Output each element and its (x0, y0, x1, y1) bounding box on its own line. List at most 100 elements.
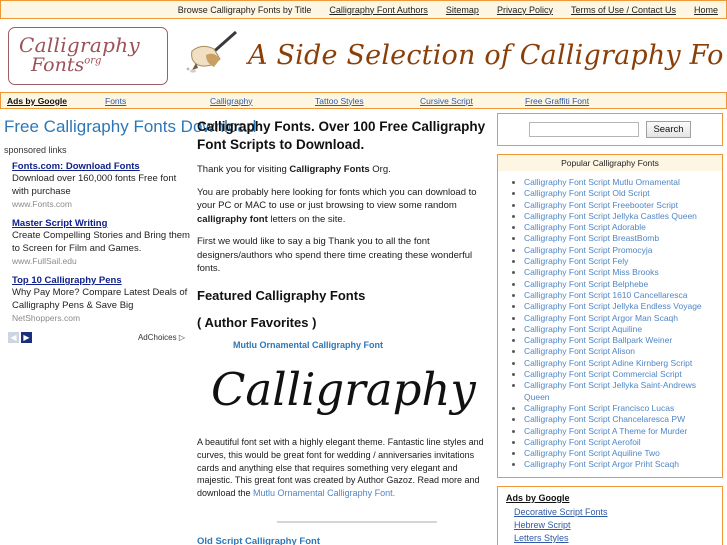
popular-font-link[interactable]: Calligraphy Font Script Alison (524, 346, 635, 356)
list-item: Calligraphy Font Script Adine Kirnberg S… (524, 358, 718, 369)
google-ad-link-hebrew-script[interactable]: Hebrew Script (514, 519, 716, 532)
section-divider (277, 520, 437, 523)
popular-font-link[interactable]: Calligraphy Font Script A Theme for Murd… (524, 426, 687, 436)
popular-font-link[interactable]: Calligraphy Font Script Argor Priht Scaq… (524, 459, 679, 469)
article-paragraph-3: First we would like to say a big Thank y… (197, 236, 473, 275)
adchoices-label[interactable]: AdChoices ▷ (138, 333, 185, 342)
nav-link-privacy-policy[interactable]: Privacy Policy (497, 5, 553, 15)
ad-description: Download over 160,000 fonts Free font wi… (12, 173, 177, 197)
ads-by-google-label: Ads by Google (7, 95, 67, 106)
popular-font-link[interactable]: Calligraphy Font Script Argor Man Scaqh (524, 313, 678, 323)
banner-title: A Side Selection of Calligraphy Fonts (248, 40, 723, 71)
popular-font-link[interactable]: Calligraphy Font Script Promocyja (524, 245, 653, 255)
featured-font-link[interactable]: Mutlu Ornamental Calligraphy Font (233, 340, 489, 350)
ad-keyword-fonts[interactable]: Fonts (105, 96, 210, 106)
popular-font-link[interactable]: Calligraphy Font Script Adine Kirnberg S… (524, 358, 692, 368)
chevron-left-icon[interactable]: ◀ (8, 332, 19, 344)
search-button[interactable]: Search (646, 121, 691, 138)
left-sidebar: Free Calligraphy Fonts Download sponsore… (0, 109, 256, 344)
ad-description: Create Compelling Stories and Bring them… (12, 230, 190, 254)
popular-font-link[interactable]: Calligraphy Font Script Adorable (524, 222, 646, 232)
masthead-banner: A Side Selection of Calligraphy Fonts (168, 29, 723, 82)
popular-fonts-heading: Popular Calligraphy Fonts (498, 155, 722, 171)
sidebar-ad-unit: Fonts.com: Download Fonts Download over … (12, 161, 191, 209)
ad-keyword-tattoo-styles[interactable]: Tattoo Styles (315, 96, 420, 106)
logo-line-2: Fontsorg (19, 55, 167, 76)
popular-fonts-panel: Popular Calligraphy Fonts Calligraphy Fo… (497, 154, 723, 478)
ad-title-fonts-com[interactable]: Fonts.com: Download Fonts (12, 161, 191, 172)
list-item: Calligraphy Font Script Old Script (524, 188, 718, 199)
list-item: Calligraphy Font Script BreastBomb (524, 233, 718, 244)
font-specimen-description: A beautiful font set with a highly elega… (197, 436, 489, 500)
list-item: Calligraphy Font Script Alison (524, 346, 718, 357)
popular-font-link[interactable]: Calligraphy Font Script Aquiline Two (524, 448, 660, 458)
chevron-right-icon[interactable]: ▶ (21, 332, 32, 344)
paragraph-2-pre: You are probably here looking for fonts … (197, 186, 477, 212)
nav-link-browse-by-title[interactable]: Browse Calligraphy Fonts by Title (178, 5, 312, 15)
popular-font-link[interactable]: Calligraphy Font Script Mutlu Ornamental (524, 177, 680, 187)
paragraph-1-pre: Thank you for visiting (197, 164, 290, 176)
main-content-area: Free Calligraphy Fonts Download sponsore… (0, 109, 727, 545)
popular-font-link[interactable]: Calligraphy Font Script Fely (524, 256, 628, 266)
list-item: Calligraphy Font Script Adorable (524, 222, 718, 233)
popular-font-link[interactable]: Calligraphy Font Script Jellyka Endless … (524, 301, 702, 311)
popular-font-link[interactable]: Calligraphy Font Script Aerofoil (524, 437, 641, 447)
site-logo[interactable]: Calligraphy Fontsorg (8, 26, 168, 85)
list-item: Calligraphy Font Script Jellyka Endless … (524, 301, 718, 312)
author-favorites-heading: ( Author Favorites ) (197, 314, 317, 330)
popular-font-link[interactable]: Calligraphy Font Script Ballpark Weiner (524, 335, 672, 345)
popular-font-link[interactable]: Calligraphy Font Script Miss Brooks (524, 267, 659, 277)
article-paragraph-2: You are probably here looking for fonts … (197, 186, 489, 226)
article-paragraph-1: Thank you for visiting Calligraphy Fonts… (197, 163, 489, 176)
list-item: Calligraphy Font Script Promocyja (524, 245, 718, 256)
google-ads-panel-title: Ads by Google (506, 492, 570, 503)
popular-font-link[interactable]: Calligraphy Font Script Francisco Lucas (524, 403, 674, 413)
search-input[interactable] (529, 122, 640, 137)
popular-font-link[interactable]: Calligraphy Font Script Commercial Scrip… (524, 369, 682, 379)
list-item: Calligraphy Font Script Miss Brooks (524, 267, 718, 278)
popular-font-link[interactable]: Calligraphy Font Script Jellyka Castles … (524, 211, 697, 221)
ad-keyword-calligraphy[interactable]: Calligraphy (210, 96, 315, 106)
list-item: Calligraphy Font Script 1610 Cancellares… (524, 290, 718, 301)
ad-display-url: www.FullSail.edu (12, 256, 77, 267)
right-sidebar: Search Popular Calligraphy Fonts Calligr… (495, 109, 727, 545)
nav-link-home[interactable]: Home (694, 5, 718, 15)
nav-link-terms-contact[interactable]: Terms of Use / Contact Us (571, 5, 676, 15)
popular-font-link[interactable]: Calligraphy Font Script Freebooter Scrip… (524, 200, 678, 210)
popular-font-link[interactable]: Calligraphy Font Script BreastBomb (524, 233, 659, 243)
list-item: Calligraphy Font Script Fely (524, 256, 718, 267)
ad-title-master-script-writing[interactable]: Master Script Writing (12, 218, 191, 229)
ad-title-top-10-calligraphy-pens[interactable]: Top 10 Calligraphy Pens (12, 275, 191, 286)
list-item: Calligraphy Font Script Jellyka Saint-An… (524, 380, 718, 403)
popular-font-link[interactable]: Calligraphy Font Script Jellyka Saint-An… (524, 380, 696, 401)
list-item: Calligraphy Font Script Jellyka Castles … (524, 211, 718, 222)
list-item: Calligraphy Font Script Mutlu Ornamental (524, 177, 718, 188)
sponsored-links-label: sponsored links (4, 145, 67, 155)
article-column: Calligraphy Fonts. Over 100 Free Calligr… (195, 109, 495, 545)
next-font-link[interactable]: Old Script Calligraphy Font (197, 536, 320, 545)
ad-unit-footer: ◀ ▶ AdChoices ▷ (2, 332, 191, 344)
logo-org-suffix: org (84, 55, 102, 67)
popular-font-link[interactable]: Calligraphy Font Script Belphebe (524, 279, 648, 289)
google-ads-panel: Ads by Google Decorative Script Fonts He… (497, 485, 723, 545)
google-ad-link-letters-styles[interactable]: Letters Styles (514, 532, 716, 545)
sidebar-ad-unit: Master Script Writing Create Compelling … (12, 218, 191, 266)
font-specimen-image: Calligraphy (211, 362, 476, 416)
nav-link-sitemap[interactable]: Sitemap (446, 5, 479, 15)
list-item: Calligraphy Font Script Argor Man Scaqh (524, 313, 718, 324)
list-item: Calligraphy Font Script Aquiline (524, 324, 718, 335)
popular-font-link[interactable]: Calligraphy Font Script 1610 Cancellares… (524, 290, 687, 300)
specimen-download-link[interactable]: Mutlu Ornamental Calligraphy Font. (253, 488, 395, 498)
popular-font-link[interactable]: Calligraphy Font Script Aquiline (524, 324, 642, 334)
paragraph-2-post: letters on the site. (267, 213, 346, 225)
list-item: Calligraphy Font Script Freebooter Scrip… (524, 200, 718, 211)
nav-link-font-authors[interactable]: Calligraphy Font Authors (329, 5, 428, 15)
popular-font-link[interactable]: Calligraphy Font Script Chancelaresca PW (524, 414, 685, 424)
google-ad-link-decorative-script-fonts[interactable]: Decorative Script Fonts (514, 506, 716, 519)
list-item: Calligraphy Font Script Argor Priht Scaq… (524, 459, 718, 470)
site-masthead: Calligraphy Fontsorg A Side Selection of… (0, 19, 727, 92)
ad-keyword-cursive-script[interactable]: Cursive Script (420, 96, 525, 106)
ad-keyword-free-graffiti-font[interactable]: Free Graffiti Font (525, 96, 630, 106)
list-item: Calligraphy Font Script Chancelaresca PW (524, 414, 718, 425)
popular-font-link[interactable]: Calligraphy Font Script Old Script (524, 188, 650, 198)
